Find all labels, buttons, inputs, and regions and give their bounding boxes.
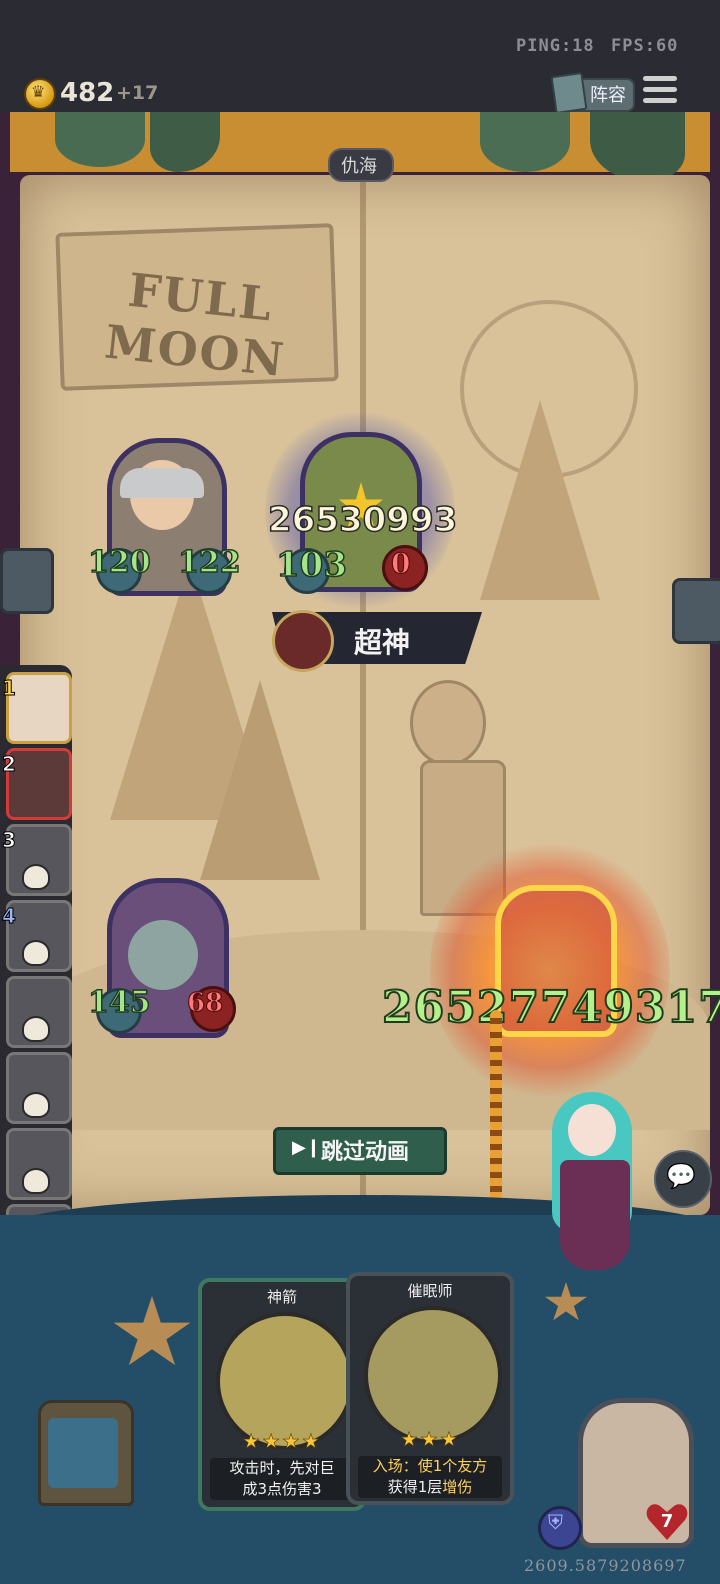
card-stars: ★★★★ xyxy=(242,1429,322,1454)
skull-icon xyxy=(22,1168,50,1194)
hand-card-1[interactable]: 神箭 ★★★★ 攻击时，先对巨 成3点伤害3 xyxy=(198,1278,366,1511)
card-stars: ★★★ xyxy=(400,1427,460,1452)
board-clamp-right xyxy=(672,578,720,644)
minion-attack: 145 xyxy=(87,984,151,1021)
minion-headwrap xyxy=(120,468,204,498)
card-title: 催眠师 xyxy=(407,1282,453,1300)
coin-count: 482 xyxy=(60,78,115,108)
hero-character[interactable] xyxy=(560,1160,630,1270)
tree-sketch xyxy=(480,400,600,600)
opponent-name: 仇海 xyxy=(341,156,377,177)
armor-icon: ⛨ xyxy=(548,1510,563,1534)
skip-animation-label: 跳过动画 xyxy=(321,1140,410,1165)
card-desc-line: 入场：使1个友方 xyxy=(358,1456,502,1477)
board-clamp-left xyxy=(0,548,54,614)
lineup-label: 阵容 xyxy=(590,85,626,106)
card-desc-line: 成3点伤害3 xyxy=(242,1480,322,1498)
enemy-attack: 103 xyxy=(275,544,347,586)
damage-number: 26530993 xyxy=(267,499,458,541)
card-desc-text: 获得1层 xyxy=(387,1478,443,1496)
banner-text: 超神 xyxy=(354,626,411,659)
fps-readout: FPS:60 xyxy=(611,36,679,56)
card-desc-line: 获得1层增伤 xyxy=(358,1477,502,1498)
skip-icon: ▶❙ xyxy=(292,1137,321,1158)
enemy-health: 0 xyxy=(390,546,411,580)
coin-income: +17 xyxy=(116,82,159,104)
card-description: 入场：使1个友方 获得1层增伤 xyxy=(358,1456,502,1498)
hooded-girl-sketch xyxy=(410,680,486,766)
beast-portrait xyxy=(128,920,198,990)
chat-icon: 💬 xyxy=(666,1162,696,1190)
skull-icon xyxy=(22,864,50,890)
hand-card-2[interactable]: 催眠师 ★★★ 入场：使1个友方 获得1层增伤 xyxy=(346,1272,514,1505)
menu-icon[interactable] xyxy=(643,76,677,106)
ping-readout: PING:18 xyxy=(516,36,595,56)
minion-health: 122 xyxy=(177,544,241,581)
attack-number: 26527749317 xyxy=(381,981,720,1034)
card-title: 神箭 xyxy=(266,1288,297,1306)
skull-icon xyxy=(22,1016,50,1042)
card-desc-line: 攻击时，先对巨 xyxy=(229,1459,335,1477)
card-description: 攻击时，先对巨 成3点伤害3 xyxy=(210,1458,354,1500)
minion-attack: 120 xyxy=(87,544,151,581)
minion-health: 68 xyxy=(186,987,224,1018)
skull-icon xyxy=(22,1092,50,1118)
coin-icon xyxy=(24,78,56,110)
skull-icon xyxy=(22,940,50,966)
hero-health: 7 xyxy=(660,1511,674,1532)
leaf-decoration xyxy=(55,112,145,167)
tree-sketch xyxy=(200,680,320,880)
history-slot-number: 3 xyxy=(2,828,17,853)
card-desc-keyword: 入场：使1个友方 xyxy=(372,1457,488,1475)
hero-character-face xyxy=(568,1104,616,1156)
tavern-shop-art xyxy=(48,1418,118,1488)
history-slot-number: 4 xyxy=(2,904,17,929)
coordinate-readout: 2609.5879208697 xyxy=(524,1556,687,1575)
book-icon xyxy=(550,71,588,115)
card-desc-highlight: 增伤 xyxy=(442,1478,473,1496)
card-art xyxy=(364,1306,502,1444)
beast-icon xyxy=(272,610,334,672)
leaf-decoration xyxy=(480,112,570,172)
history-slot-number: 2 xyxy=(2,752,17,777)
history-slot-number: 1 xyxy=(2,676,17,701)
